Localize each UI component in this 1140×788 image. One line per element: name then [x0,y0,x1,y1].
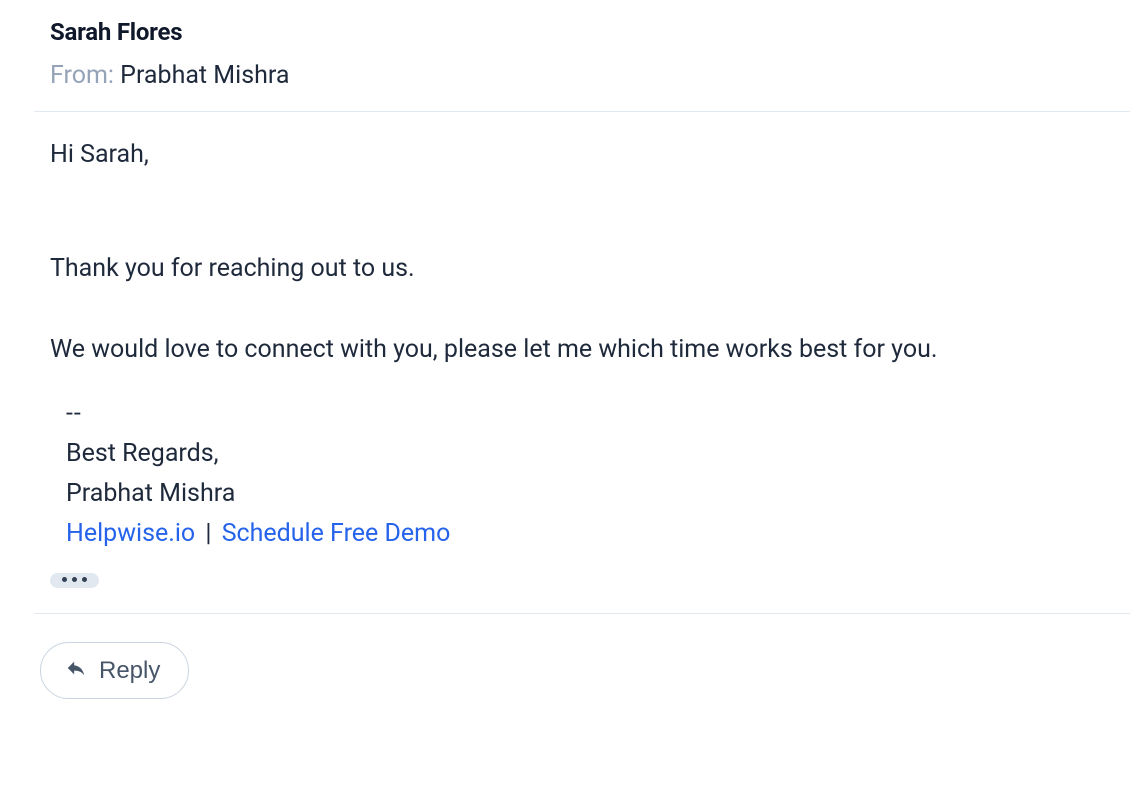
from-label: From: [50,61,114,90]
from-line: From: Prabhat Mishra [50,60,1114,91]
signature: Best Regards, Prabhat Mishra Helpwise.io… [50,394,1114,554]
link-separator: | [201,519,215,548]
signature-links: Helpwise.io | Schedule Free Demo [66,514,1114,554]
signature-delimiter [66,394,1114,434]
helpwise-link[interactable]: Helpwise.io [66,519,195,548]
reply-label: Reply [99,659,160,683]
signature-name: Prabhat Mishra [66,474,1114,514]
paragraph-1: Thank you for reaching out to us. [50,248,1114,289]
show-trimmed-content[interactable] [50,573,99,588]
email-body: Hi Sarah, Thank you for reaching out to … [34,112,1130,614]
ellipsis-icon [62,577,87,582]
greeting: Hi Sarah, [50,134,1114,175]
signature-closing: Best Regards, [66,434,1114,474]
from-name: Prabhat Mishra [120,61,289,90]
email-actions: Reply [34,614,1130,699]
reply-icon [65,657,87,684]
reply-button[interactable]: Reply [40,642,189,699]
schedule-demo-link[interactable]: Schedule Free Demo [222,519,451,548]
recipient-name: Sarah Flores [50,18,1114,46]
paragraph-2: We would love to connect with you, pleas… [50,329,1114,370]
email-header: Sarah Flores From: Prabhat Mishra [34,0,1130,112]
